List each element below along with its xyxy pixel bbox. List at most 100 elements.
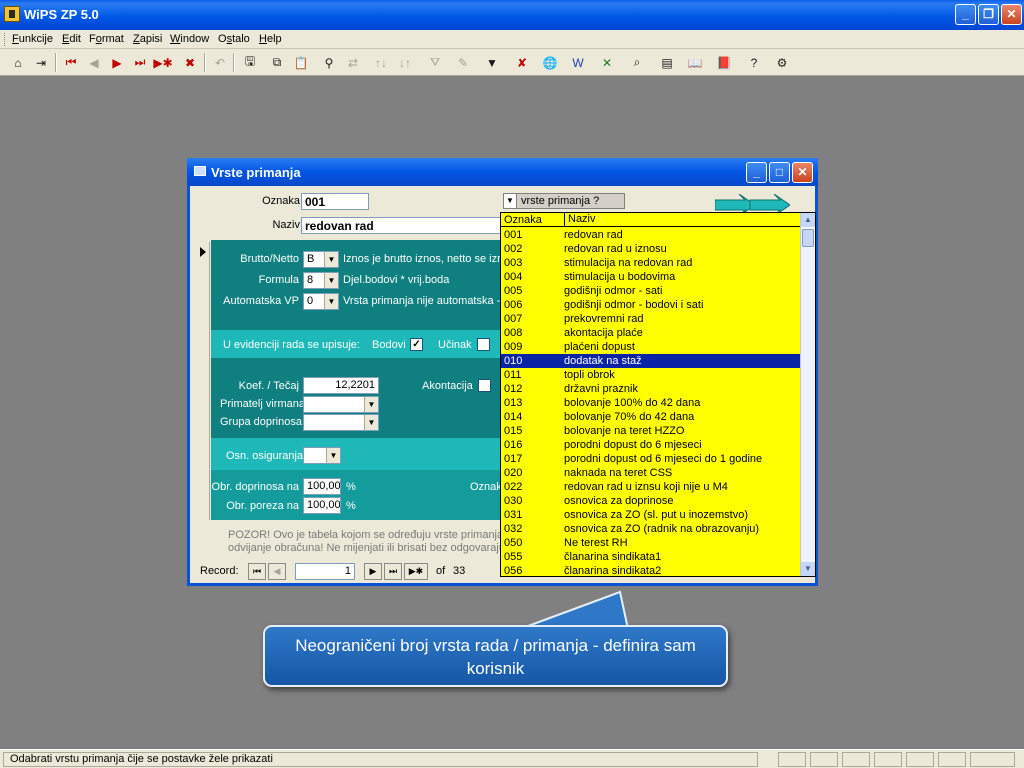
scroll-down-icon[interactable]: ▼	[801, 562, 815, 576]
obr-por-field[interactable]: 100,00	[303, 497, 341, 514]
dropdown-row[interactable]: 032 osnovica za ZO (radnik na obrazovanju…	[501, 522, 800, 536]
dropdown-row[interactable]: 015 bolovanje na teret HZZO	[501, 424, 800, 438]
settings-icon[interactable]: ⚙	[771, 52, 793, 73]
dropdown-row[interactable]: 002 redovan rad u iznosu	[501, 242, 800, 256]
sort-ascending-icon[interactable]: ↑↓	[370, 52, 392, 73]
minimize-button[interactable]: _	[955, 4, 976, 25]
child-close-button[interactable]: ✕	[792, 162, 813, 183]
vrste-primanja-dropdown[interactable]: Oznaka Naziv 001 redovan rad 002 redovan ra…	[500, 212, 816, 577]
scroll-up-icon[interactable]: ▲	[801, 213, 815, 227]
prev-record-icon[interactable]: ◀	[83, 52, 105, 73]
record-number-field[interactable]: 1	[295, 563, 355, 580]
automatska-select[interactable]: 0 ▼	[303, 293, 339, 310]
dropdown-row[interactable]: 012 državni praznik	[501, 382, 800, 396]
restore-button[interactable]: ❐	[978, 4, 999, 25]
dropdown-row[interactable]: 014 bolovanje 70% do 42 dana	[501, 410, 800, 424]
nav-first-button[interactable]: ⏮	[248, 563, 266, 580]
formula-select[interactable]: 8 ▼	[303, 272, 339, 289]
dropdown-row[interactable]: 016 porodni dopust do 6 mjeseci	[501, 438, 800, 452]
dropdown-row[interactable]: 055 članarina sindikata1	[501, 550, 800, 564]
koef-field[interactable]: 12,2201	[303, 377, 379, 394]
home-icon[interactable]: ⌂	[7, 52, 29, 73]
scroll-thumb[interactable]	[802, 229, 814, 247]
primatelj-select[interactable]: ▼	[303, 396, 379, 413]
dropdown-row[interactable]: 022 redovan rad u iznsu koji nije u M4	[501, 480, 800, 494]
oznaka-field[interactable]: 001	[301, 193, 369, 210]
filter-icon[interactable]: ⛛	[424, 52, 446, 73]
dropdown-row[interactable]: 030 osnovica za doprinose	[501, 494, 800, 508]
dropdown-row[interactable]: 010 dodatak na staž	[501, 354, 800, 368]
dropdown-row[interactable]: 031 osnovica za ZO (sl. put u inozemstvo)	[501, 508, 800, 522]
menu-edit[interactable]: Edit	[62, 33, 81, 45]
obr-dop-field[interactable]: 100,00	[303, 478, 341, 495]
menu-zapisi[interactable]: Zapisi	[133, 33, 162, 45]
undo-icon[interactable]: ↶	[209, 52, 231, 73]
chevron-down-icon[interactable]: ▼	[324, 294, 338, 309]
chevron-down-icon[interactable]: ▼	[326, 448, 340, 463]
dropdown-row[interactable]: 001 redovan rad	[501, 228, 800, 242]
dropdown-row[interactable]: 020 naknada na teret CSS	[501, 466, 800, 480]
chevron-down-icon[interactable]: ▼	[364, 397, 378, 412]
last-record-icon[interactable]: ⏭	[129, 52, 151, 73]
print-preview-icon[interactable]: ▤	[656, 52, 678, 73]
dropdown-row[interactable]: 008 akontacija plaće	[501, 326, 800, 340]
dropdown-row[interactable]: 013 bolovanje 100% do 42 dana	[501, 396, 800, 410]
lookup-combo[interactable]: ▼ vrste primanja ?	[503, 193, 625, 209]
book-icon[interactable]: 📖	[684, 52, 706, 73]
help-icon[interactable]: ?	[743, 52, 765, 73]
dropdown-row[interactable]: 056 članarina sindikata2	[501, 564, 800, 576]
menu-funkcije[interactable]: Funkcije	[12, 33, 53, 45]
grupa-select[interactable]: ▼	[303, 414, 379, 431]
globe-icon[interactable]: 🌐	[539, 52, 561, 73]
paste-icon[interactable]: 📋	[290, 52, 312, 73]
dropdown-row[interactable]: 007 prekovremni rad	[501, 312, 800, 326]
dropdown-scrollbar[interactable]: ▲ ▼	[800, 213, 815, 576]
nav-next-button[interactable]: ▶	[364, 563, 382, 580]
dropdown-row[interactable]: 004 stimulacija u bodovima	[501, 270, 800, 284]
brutto-select[interactable]: B ▼	[303, 251, 339, 268]
find-icon[interactable]: ⚲	[318, 52, 340, 73]
nav-new-button[interactable]: ▶✱	[404, 563, 428, 580]
dropdown-row[interactable]: 003 stimulacija na redovan rad	[501, 256, 800, 270]
save-icon[interactable]: 🖫	[239, 52, 261, 73]
exit-icon[interactable]: ⇥	[30, 52, 52, 73]
edit-filter-icon[interactable]: ✎	[452, 52, 474, 73]
child-minimize-button[interactable]: _	[746, 162, 767, 183]
chevron-down-icon[interactable]: ▼	[504, 194, 517, 208]
copy-icon[interactable]: ⧉	[266, 52, 288, 73]
close-button[interactable]: ✕	[1001, 4, 1022, 25]
chevron-down-icon[interactable]: ▼	[364, 415, 378, 430]
dropdown-row[interactable]: 050 Ne terest RH	[501, 536, 800, 550]
record-selector[interactable]	[195, 242, 210, 520]
osn-select[interactable]: ▼	[303, 447, 341, 464]
sort-descending-icon[interactable]: ↓↑	[394, 52, 416, 73]
apply-filter-icon[interactable]: ▼	[481, 52, 503, 73]
report-icon[interactable]: ⌕	[626, 52, 648, 73]
akontacija-checkbox[interactable]	[478, 379, 491, 392]
remove-filter-icon[interactable]: ✘	[511, 52, 533, 73]
dropdown-row[interactable]: 009 plaćeni dopust	[501, 340, 800, 354]
dropdown-row[interactable]: 006 godišnji odmor - bodovi i sati	[501, 298, 800, 312]
menu-ostalo[interactable]: Ostalo	[218, 33, 250, 45]
menu-help[interactable]: Help	[259, 33, 282, 45]
dropdown-row[interactable]: 005 godišnji odmor - sati	[501, 284, 800, 298]
naziv-field[interactable]: redovan rad	[301, 217, 506, 234]
word-icon[interactable]: W	[567, 52, 589, 73]
menu-format[interactable]: Format	[89, 33, 124, 45]
nav-prev-button[interactable]: ◀	[268, 563, 286, 580]
replace-icon[interactable]: ⇄	[342, 52, 364, 73]
menu-window[interactable]: Window	[170, 33, 209, 45]
dropdown-row[interactable]: 011 topli obrok	[501, 368, 800, 382]
manual-icon[interactable]: 📕	[713, 52, 735, 73]
ucinak-checkbox[interactable]	[477, 338, 490, 351]
dropdown-row[interactable]: 017 porodni dopust od 6 mjeseci do 1 godi…	[501, 452, 800, 466]
next-record-icon[interactable]: ▶	[106, 52, 128, 73]
chevron-down-icon[interactable]: ▼	[324, 252, 338, 267]
new-record-icon[interactable]: ▶✱	[152, 52, 174, 73]
delete-record-icon[interactable]: ✖	[179, 52, 201, 73]
child-maximize-button[interactable]: □	[769, 162, 790, 183]
bodovi-checkbox[interactable]: ✓	[410, 338, 423, 351]
nav-last-button[interactable]: ⏭	[384, 563, 402, 580]
first-record-icon[interactable]: ⏮	[60, 52, 82, 73]
excel-icon[interactable]: ✕	[596, 52, 618, 73]
